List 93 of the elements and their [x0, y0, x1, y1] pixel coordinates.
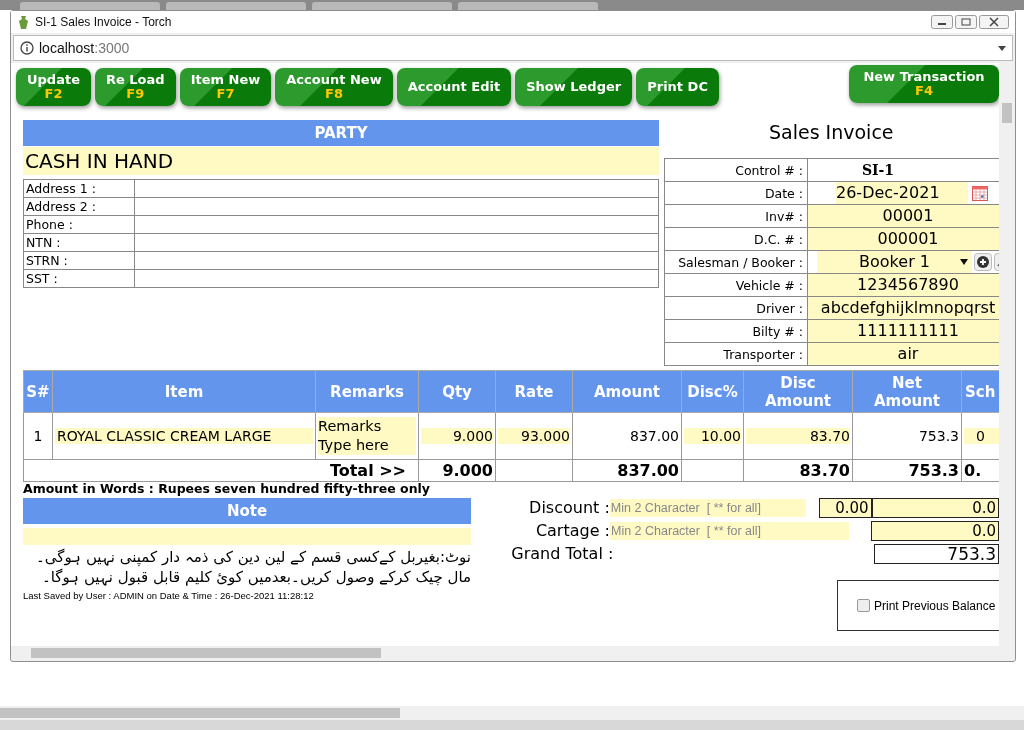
horizontal-scrollbar[interactable]: [11, 646, 1015, 660]
invoice-field[interactable]: air: [808, 343, 999, 365]
total-cell: 837.00: [617, 461, 679, 480]
last-saved-text: Last Saved by User : ADMIN on Date & Time : 26-Dec-2021 11:28:12: [23, 590, 315, 601]
control-number: SI-1: [861, 162, 895, 178]
cartage-account-field[interactable]: Min 2 Character [ ** for all]: [610, 521, 850, 540]
toolbar-button[interactable]: Show Ledger: [515, 68, 633, 106]
party-detail-field[interactable]: [134, 215, 659, 234]
invoice-field[interactable]: 1111111111: [808, 320, 999, 342]
field-label: Transporter :: [664, 342, 808, 366]
minimize-icon[interactable]: [931, 15, 953, 29]
discount-amount-field[interactable]: 0.0: [871, 497, 999, 518]
discount-percent-field[interactable]: 0.00: [818, 497, 872, 518]
total-label: Total >>: [329, 461, 406, 480]
field-label: Salesman / Booker :: [664, 250, 808, 274]
grand-total-field: 753.3: [874, 543, 999, 564]
field-label: NTN :: [23, 233, 135, 252]
cell-field[interactable]: 83.70: [746, 428, 850, 444]
total-cell: 0.: [964, 461, 982, 480]
cartage-amount-field[interactable]: 0.0: [871, 520, 999, 541]
table-cell: 1: [33, 428, 43, 444]
note-field[interactable]: [23, 528, 471, 545]
column-header: Disc%: [681, 370, 744, 413]
toolbar-button[interactable]: Re Load F9: [95, 68, 176, 106]
party-detail-field[interactable]: [134, 197, 659, 216]
invoice-title: Sales Invoice: [768, 120, 895, 144]
party-detail-field[interactable]: [134, 269, 659, 288]
column-header: Remarks: [315, 370, 419, 413]
cartage-label: Cartage :: [534, 521, 610, 540]
total-cell: 83.70: [799, 461, 850, 480]
field-label: Driver :: [664, 296, 808, 320]
column-header: Disc Amount: [743, 370, 853, 413]
table-cell-text: 753.3: [917, 428, 959, 444]
field-label: D.C. # :: [664, 227, 808, 251]
column-header: Rate: [495, 370, 573, 413]
column-header: Qty: [418, 370, 496, 413]
amount-in-words: Amount in Words : Rupees seven hundred fifty-three only: [23, 482, 431, 496]
field-label: Phone :: [23, 215, 135, 234]
column-header: Amount: [572, 370, 682, 413]
column-header: Net Amount: [852, 370, 962, 413]
address-bar[interactable]: localhost:3000: [13, 35, 1013, 61]
print-previous-balance-checkbox[interactable]: Print Previous Balance: [857, 598, 996, 613]
invoice-field[interactable]: abcdefghijklmnopqrst: [808, 297, 999, 319]
party-detail-field[interactable]: [134, 251, 659, 270]
column-header: S#: [23, 370, 53, 413]
field-label: STRN :: [23, 251, 135, 270]
note-header: Note: [23, 498, 471, 524]
cell-field[interactable]: 93.000: [498, 428, 570, 444]
total-cell: 753.3: [908, 461, 959, 480]
info-icon: [20, 41, 34, 55]
field-label: Date :: [664, 181, 808, 205]
invoice-field[interactable]: 00001: [808, 205, 999, 227]
vertical-scrollbar[interactable]: [999, 63, 1015, 646]
discount-account-field[interactable]: Min 2 Character [ ** for all]: [609, 498, 806, 517]
cell-field[interactable]: 9.000: [421, 428, 493, 444]
note-text: مال چیک کرکے وصول کریں۔بعدمیں کوئ کلیم قابل قبول نہیں ہوگا۔: [41, 568, 471, 586]
field-label: Control # :: [664, 158, 808, 182]
url-host: localhost: [39, 40, 95, 56]
field-label: Address 2 :: [23, 197, 135, 216]
total-cell: 9.000: [442, 461, 493, 480]
cell-field[interactable]: 10.00: [684, 428, 741, 444]
caret-icon[interactable]: [998, 45, 1006, 51]
grand-total-label: Grand Total :: [510, 544, 614, 563]
column-header: Item: [52, 370, 316, 413]
invoice-field[interactable]: 000001: [808, 228, 999, 250]
note-text: نوٹ:بغیربل کےکسی قسم کے لین دین کی ذمہ دار کمپنی نہیں ہوگی۔: [35, 548, 471, 566]
toolbar-button[interactable]: Account New F8: [275, 68, 393, 106]
horizontal-scrollbar[interactable]: [0, 706, 1024, 720]
item-field[interactable]: ROYAL CLASSIC CREAM LARGE: [55, 428, 313, 444]
toolbar-button[interactable]: Print DC: [636, 68, 719, 106]
column-header: Sch: [961, 370, 999, 413]
invoice-field[interactable]: 1234567890: [808, 274, 999, 296]
window-title: SI-1 Sales Invoice - Torch: [35, 15, 172, 29]
table-cell-text: 837.00: [629, 428, 679, 444]
close-icon[interactable]: [979, 15, 1009, 29]
party-name-field[interactable]: CASH IN HAND: [23, 147, 659, 175]
field-label: Vehicle # :: [664, 273, 808, 297]
app-icon: [18, 15, 29, 29]
remarks-field[interactable]: Remarks Type here: [318, 417, 416, 455]
toolbar-button[interactable]: Item New F7: [179, 68, 272, 106]
party-header: PARTY: [23, 120, 659, 146]
discount-label: Discount :: [528, 498, 610, 517]
field-label: Inv# :: [664, 204, 808, 228]
cell-field[interactable]: 0: [964, 428, 999, 444]
new-transaction-button[interactable]: New Transaction F4: [849, 65, 999, 103]
field-label: Bilty # :: [664, 319, 808, 343]
party-detail-field[interactable]: [134, 233, 659, 252]
url-port: :3000: [94, 40, 130, 56]
field-label: SST :: [23, 269, 135, 288]
toolbar-button[interactable]: Update F2: [16, 68, 91, 106]
party-detail-field[interactable]: [134, 179, 659, 198]
toolbar-button[interactable]: Account Edit: [396, 68, 512, 106]
field-label: Address 1 :: [23, 179, 135, 198]
